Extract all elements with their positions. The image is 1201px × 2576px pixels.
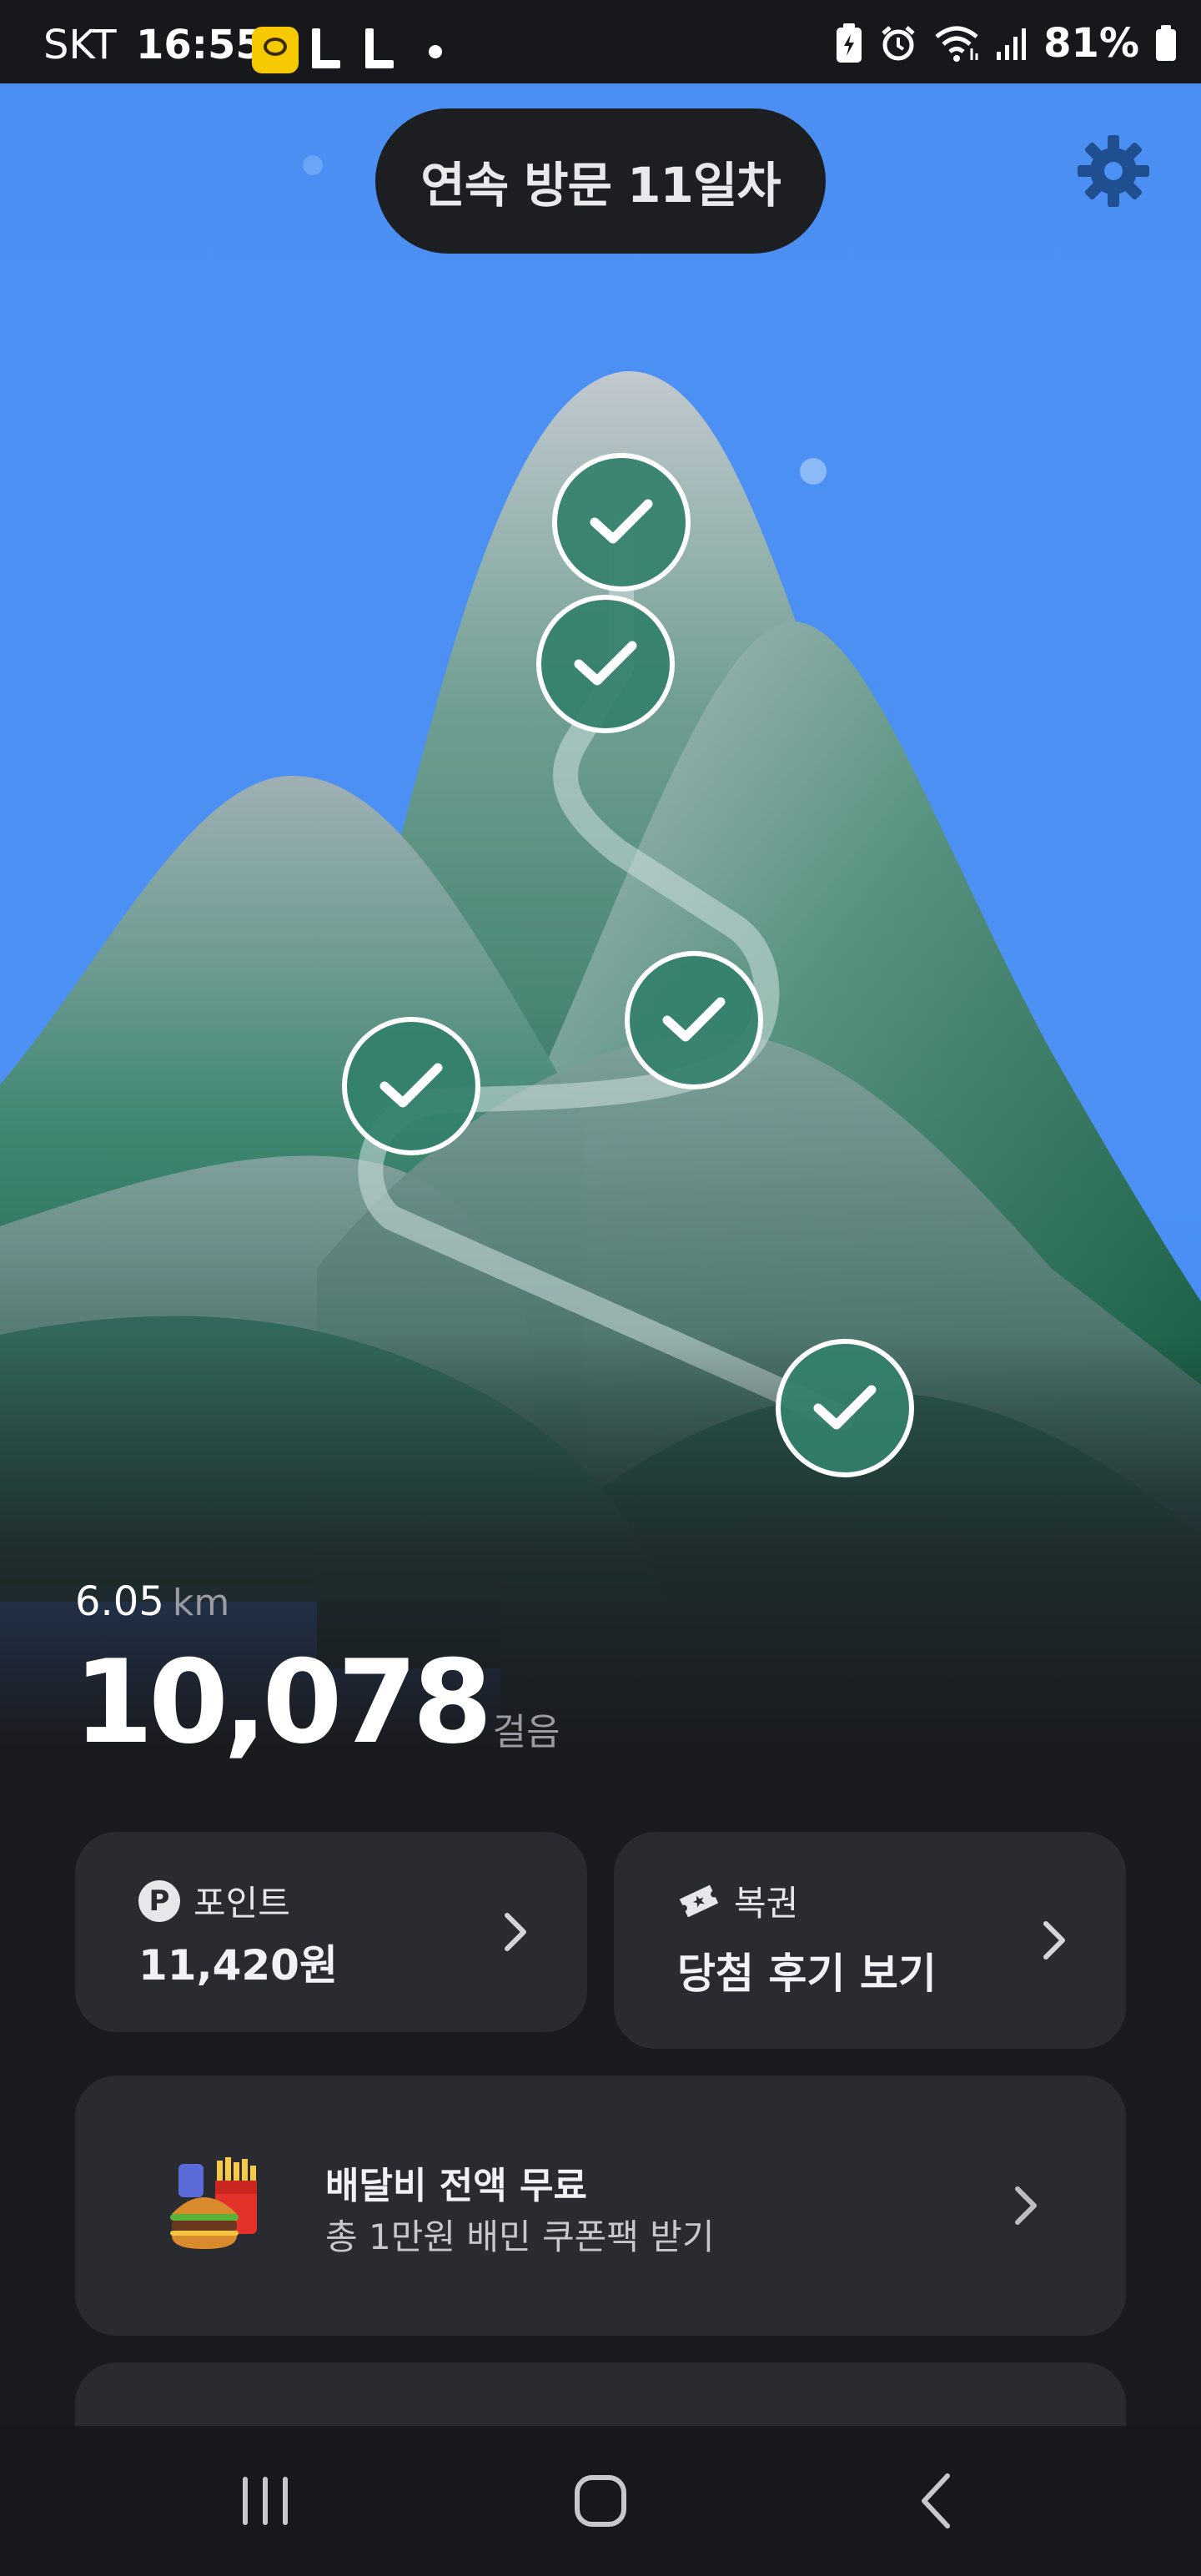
- check-icon: [379, 1063, 443, 1108]
- ticket-icon: [679, 1884, 719, 1917]
- steps-value: 10,078: [73, 1635, 493, 1769]
- burger-fries-icon: [170, 2157, 257, 2249]
- distance-unit: km: [172, 1582, 230, 1624]
- p-icon: P: [138, 1879, 180, 1922]
- milestone-check-2: [536, 595, 675, 733]
- points-value: 11,420원: [138, 1941, 338, 1990]
- carrier-label: SKT: [43, 22, 117, 68]
- milestone-check-1: [552, 453, 691, 591]
- signal-icon: [997, 28, 1027, 60]
- battery-saver-icon: [837, 23, 862, 63]
- lottery-label: 복권: [734, 1883, 799, 1924]
- check-icon: [662, 997, 726, 1042]
- points-title-row: P 포인트: [138, 1875, 290, 1926]
- check-icon: [574, 641, 637, 686]
- distance-readout: 6.05 km: [75, 1578, 229, 1625]
- milestone-check-3: [625, 951, 763, 1089]
- l-app-icon: [365, 28, 394, 68]
- lottery-card[interactable]: 복권 당첨 후기 보기: [614, 1832, 1126, 2049]
- milestone-check-4: [342, 1017, 480, 1155]
- lottery-value: 당첨 후기 보기: [677, 1950, 937, 1998]
- status-bar: SKT 16:55 81%: [0, 0, 1201, 83]
- check-icon: [590, 499, 653, 544]
- l-app-icon: [312, 28, 340, 68]
- delivery-subtitle: 총 1만원 배민 쿠폰팩 받기: [325, 2216, 715, 2257]
- recents-icon[interactable]: [215, 2451, 315, 2551]
- chevron-right-icon: [1043, 1921, 1065, 1960]
- step-count: 10,078 걸음: [73, 1645, 560, 1760]
- back-icon[interactable]: [887, 2451, 987, 2551]
- wifi-icon: [935, 26, 978, 62]
- check-icon: [813, 1385, 877, 1430]
- chevron-right-icon: [1015, 2186, 1037, 2225]
- home-icon[interactable]: [550, 2451, 651, 2551]
- steps-unit: 걸음: [492, 1711, 560, 1753]
- battery-icon: [1156, 25, 1176, 61]
- milestone-check-5: [776, 1339, 914, 1477]
- streak-badge[interactable]: 연속 방문 11일차: [375, 108, 826, 254]
- points-label: 포인트: [193, 1883, 290, 1924]
- delivery-title: 배달비 전액 무료: [325, 2165, 587, 2207]
- system-nav-bar: [0, 2426, 1201, 2576]
- delivery-promo-card[interactable]: 배달비 전액 무료 총 1만원 배민 쿠폰팩 받기: [75, 2075, 1126, 2336]
- mountain-hero: [0, 83, 1201, 1810]
- points-card[interactable]: P 포인트 11,420원: [75, 1832, 587, 2032]
- clock: 16:55: [136, 22, 264, 68]
- battery-percentage: 81%: [1043, 20, 1139, 67]
- alarm-icon: [882, 26, 915, 61]
- chevron-right-icon: [505, 1913, 526, 1951]
- distance-value: 6.05: [75, 1578, 164, 1625]
- lottery-title-row: 복권: [677, 1875, 798, 1926]
- dot-icon: [429, 45, 442, 58]
- kb-app-icon: [252, 27, 299, 73]
- gear-icon[interactable]: [1076, 133, 1151, 209]
